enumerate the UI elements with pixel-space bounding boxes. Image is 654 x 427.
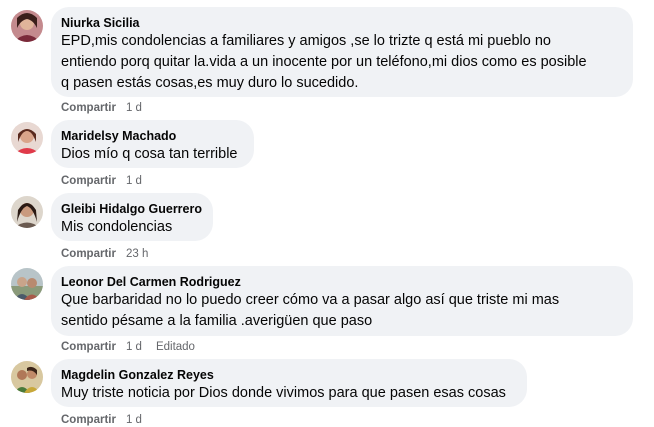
comment-author[interactable]: Gleibi Hidalgo Guerrero [61,201,202,217]
comment-timestamp[interactable]: 1 d [126,414,142,426]
comment-author[interactable]: Magdelin Gonzalez Reyes [61,367,515,383]
avatar[interactable] [11,122,43,154]
comment-text-line: EPD,mis condolencias a familiares y amig… [61,33,551,49]
comment-author[interactable]: Niurka Sicilia [61,15,621,31]
comment-bubble: Maridelsy Machado Dios mío q cosa tan te… [51,120,254,168]
avatar[interactable] [11,268,43,300]
share-button[interactable]: Compartir [61,341,116,353]
avatar[interactable] [11,361,43,393]
comment-text-line: q pasen estás cosas,es muy duro lo suced… [61,75,359,91]
comment-bubble: Magdelin Gonzalez Reyes Muy triste notic… [51,359,527,407]
comment-text-line: Que barbaridad no lo puedo creer cómo va… [61,292,560,308]
comment-actions: Compartir 1 d Editado [61,340,195,354]
comment-timestamp[interactable]: 1 d [126,102,142,114]
comment-actions: Compartir 1 d [61,101,142,115]
comments-thread: Niurka Sicilia EPD,mis condolencias a fa… [0,0,654,427]
avatar[interactable] [11,10,43,42]
comment-bubble: Gleibi Hidalgo Guerrero Mis condolencias [51,193,213,241]
share-button[interactable]: Compartir [61,175,116,187]
comment-actions: Compartir 1 d [61,413,142,427]
comment-bubble: Niurka Sicilia EPD,mis condolencias a fa… [51,7,633,97]
comment-text-line: Dios mío q cosa tan terrible [61,146,238,162]
avatar[interactable] [11,196,43,228]
share-button[interactable]: Compartir [61,414,116,426]
comment-author[interactable]: Leonor Del Carmen Rodriguez [61,274,621,290]
comment-timestamp[interactable]: 1 d [126,175,142,187]
share-button[interactable]: Compartir [61,248,116,260]
comment-actions: Compartir 23 h [61,247,148,261]
edited-label: Editado [155,341,195,353]
comment-timestamp[interactable]: 23 h [126,248,148,260]
comment-text-line: sentido pésame a la familia .averigüen q… [61,313,373,329]
comment-timestamp[interactable]: 1 d [126,341,142,353]
share-button[interactable]: Compartir [61,102,116,114]
comment-actions: Compartir 1 d [61,174,142,188]
comment-author[interactable]: Maridelsy Machado [61,128,242,144]
comment-text-line: Muy triste noticia por Dios donde vivimo… [61,385,506,401]
comment-text-line: Mis condolencias [61,219,173,235]
comment-bubble: Leonor Del Carmen Rodriguez Que barbarid… [51,266,633,336]
comment-text-line: entiendo porq quitar la.vida a un inocen… [61,54,587,70]
